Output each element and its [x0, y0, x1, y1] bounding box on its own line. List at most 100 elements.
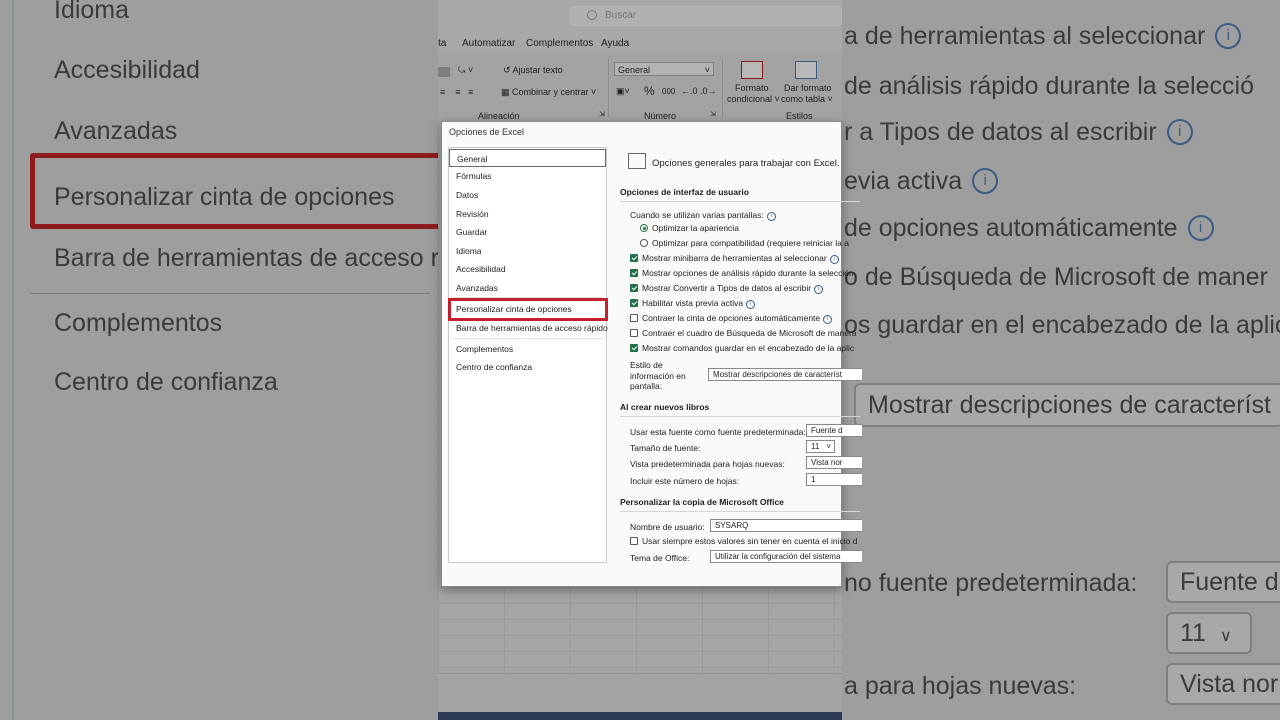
search-placeholder: Buscar	[605, 10, 637, 21]
radio-icon	[640, 224, 648, 232]
indent-icons[interactable]: ≡ ≡ ≡	[440, 87, 473, 97]
info-icon: i	[1166, 119, 1193, 145]
bg-view-label: a para hojas nuevas:	[844, 672, 1077, 700]
bg-line-save: os guardar en el encabezado de la aplic	[844, 311, 1280, 339]
nav-item-general[interactable]: General	[449, 149, 606, 167]
menu-tab-automatizar[interactable]: Automatizar	[462, 38, 515, 49]
group-label-number: Número	[644, 111, 677, 121]
menu-tab-vista[interactable]: ta	[438, 38, 446, 49]
conditional-format-icon	[741, 61, 763, 79]
group-label-styles: Estilos	[786, 111, 813, 121]
options-nav: General Fórmulas Datos Revisión Guardar …	[448, 147, 608, 563]
nav-item-idioma[interactable]: Idioma	[449, 242, 606, 260]
nav-item-formulas[interactable]: Fórmulas	[449, 167, 606, 185]
nav-item-revision[interactable]: Revisión	[449, 205, 606, 223]
nav-item-guardar[interactable]: Guardar	[449, 223, 606, 241]
bg-divider	[30, 293, 430, 294]
excel-options-dialog: Opciones de Excel General Fórmulas Datos…	[441, 121, 862, 587]
table-format-line1: Dar formato	[784, 83, 832, 93]
default-font-label: Usar esta fuente como fuente predetermin…	[630, 427, 806, 437]
username-input[interactable]: SYSARQ	[710, 519, 862, 532]
bg-size-value: 11	[1180, 619, 1206, 647]
merge-icon: ▦	[501, 87, 513, 97]
multi-screens-label: Cuando se utilizan varias pantallas: i	[630, 210, 776, 221]
wrap-text-icon: ↺	[503, 65, 513, 75]
radio-optimize-appearance[interactable]: Optimizar la apariencia	[640, 223, 739, 233]
nav-item-datos[interactable]: Datos	[449, 186, 606, 204]
dialog-launcher-icon[interactable]: ⇲	[599, 110, 605, 118]
ribbon-separator	[608, 59, 609, 117]
menu-bar: ta Automatizar Complementos Ayuda	[438, 33, 842, 53]
default-font-select[interactable]: Fuente d	[806, 424, 862, 437]
font-size-select[interactable]: 11 ˅	[806, 440, 835, 453]
checkbox-icon	[630, 314, 638, 322]
info-icon: i	[814, 285, 824, 294]
align-left-icon[interactable]	[438, 67, 450, 77]
section-office-copy: Personalizar la copia de Microsoft Offic…	[620, 497, 784, 507]
default-view-label: Vista predeterminada para hojas nuevas:	[630, 459, 785, 469]
username-label: Nombre de usuario:	[630, 522, 705, 532]
merge-center-button[interactable]: ▦ Combinar y centrar ˅	[501, 87, 596, 98]
checkbox-quick-analysis[interactable]: Mostrar opciones de análisis rápido dura…	[630, 268, 854, 278]
nav-item-accesibilidad[interactable]: Accesibilidad	[449, 260, 606, 278]
dialog-launcher-icon[interactable]: ⇲	[710, 110, 716, 118]
office-theme-label: Tema de Office:	[630, 553, 690, 563]
bg-item-centro: Centro de confianza	[54, 368, 278, 396]
bg-item-barra: Barra de herramientas de acceso r	[54, 244, 438, 272]
options-list-icon	[628, 153, 646, 169]
tooltip-label-line2: información en	[630, 370, 686, 381]
info-icon: i	[823, 315, 833, 324]
checkbox-datatypes[interactable]: Mostrar Convertir a Tipos de datos al es…	[630, 283, 824, 294]
nav-item-avanzadas[interactable]: Avanzadas	[449, 279, 606, 297]
bg-line-text: a de herramientas al seleccionar	[844, 22, 1206, 50]
checkbox-collapse-ribbon[interactable]: Contraer la cinta de opciones automática…	[630, 313, 833, 324]
search-icon	[587, 10, 597, 20]
bg-line-search: o de Búsqueda de Microsoft de maner	[844, 263, 1268, 291]
checkbox-save-commands[interactable]: Mostrar comandos guardar en el encabezad…	[630, 343, 854, 353]
info-icon: i	[829, 255, 839, 264]
info-icon: i	[1215, 23, 1242, 49]
checkbox-label: Contraer la cinta de opciones automática…	[642, 313, 821, 323]
sheets-count-input[interactable]: 1	[806, 473, 862, 486]
bg-line-quick: de análisis rápido durante la selecció	[844, 72, 1254, 100]
search-input[interactable]: Buscar	[570, 6, 842, 26]
nav-item-barra-acceso-rapido[interactable]: Barra de herramientas de acceso rápido	[449, 319, 608, 337]
number-format-select[interactable]: General ˅	[614, 62, 714, 76]
office-theme-select[interactable]: Utilizar la configuración del sistema	[710, 550, 862, 563]
checkbox-minibar[interactable]: Mostrar minibarra de herramientas al sel…	[630, 253, 839, 264]
table-format-button-line2[interactable]: como tabla ˅	[781, 94, 833, 104]
radio-optimize-compat[interactable]: Optimizar para compatibilidad (requiere …	[640, 238, 849, 248]
checkbox-always-values[interactable]: Usar siempre estos valores sin tener en …	[630, 536, 857, 546]
table-format-icon	[795, 61, 817, 79]
percent-button[interactable]: %	[644, 84, 655, 98]
status-bar	[438, 673, 842, 714]
menu-tab-ayuda[interactable]: Ayuda	[601, 38, 629, 49]
checkbox-label: Mostrar Convertir a Tipos de datos al es…	[642, 283, 812, 293]
checkbox-label: Mostrar opciones de análisis rápido dura…	[642, 268, 854, 278]
table-format-button[interactable]: Dar formato	[784, 83, 832, 93]
default-view-select[interactable]: Vista nor	[806, 456, 862, 469]
checkbox-live-preview[interactable]: Habilitar vista previa activa i	[630, 298, 756, 309]
thousands-button[interactable]: 000	[662, 87, 675, 96]
chevron-down-icon: ˅	[588, 87, 597, 97]
increase-decimal-icon[interactable]: ←.0	[681, 86, 698, 96]
bg-line-datatypes: r a Tipos de datos al escribir i	[844, 118, 1193, 147]
chevron-down-icon: ˅	[704, 65, 710, 75]
currency-icon[interactable]: ▣˅	[616, 86, 630, 97]
checkbox-collapse-search[interactable]: Contraer el cuadro de Búsqueda de Micros…	[630, 328, 857, 338]
radio-icon	[640, 239, 648, 247]
taskbar	[438, 712, 842, 720]
nav-item-centro-confianza[interactable]: Centro de confianza	[449, 358, 606, 376]
bg-item-avanzadas: Avanzadas	[54, 117, 178, 145]
orientation-icon[interactable]: ⤿ ˅	[458, 65, 473, 76]
checkbox-icon	[630, 537, 638, 545]
wrap-text-button[interactable]: ↺ Ajustar texto	[503, 65, 563, 76]
checkbox-icon	[630, 269, 638, 277]
conditional-format-button[interactable]: Formato	[735, 83, 769, 93]
radio-label: Optimizar la apariencia	[652, 223, 739, 233]
tooltip-style-select[interactable]: Mostrar descripciones de característ	[708, 368, 862, 381]
conditional-format-button-line2[interactable]: condicional ˅	[727, 94, 780, 104]
bg-line-collapse: de opciones automáticamente i	[844, 214, 1214, 243]
menu-tab-complementos[interactable]: Complementos	[526, 38, 593, 49]
decrease-decimal-icon[interactable]: .0→	[700, 86, 717, 96]
